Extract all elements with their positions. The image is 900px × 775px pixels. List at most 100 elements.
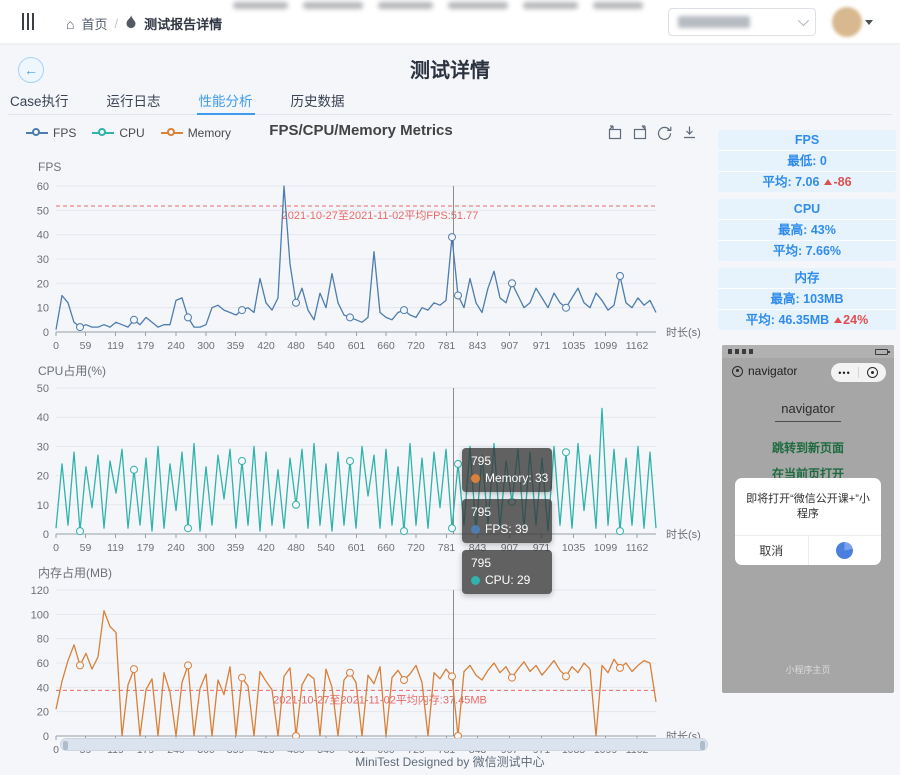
breadcrumb-separator: / bbox=[114, 16, 119, 31]
legend-label: CPU bbox=[119, 126, 145, 140]
svg-text:60: 60 bbox=[37, 181, 49, 193]
tab-run-log[interactable]: 运行日志 bbox=[105, 88, 163, 114]
memory-stats-card: 内存 最高: 103MB 平均: 46.35MB 24% bbox=[718, 268, 896, 330]
chart-legend: FPS CPU Memory bbox=[26, 126, 231, 140]
stat-card-title: 内存 bbox=[794, 271, 820, 285]
fire-icon bbox=[125, 15, 137, 32]
svg-text:1099: 1099 bbox=[594, 340, 618, 352]
redacted-blur bbox=[303, 2, 363, 9]
more-icon: ••• bbox=[838, 367, 851, 378]
svg-text:1099: 1099 bbox=[594, 542, 618, 554]
svg-text:1162: 1162 bbox=[626, 542, 649, 554]
svg-text:20: 20 bbox=[37, 707, 49, 719]
legend-label: Memory bbox=[187, 126, 232, 140]
download-icon[interactable] bbox=[681, 124, 698, 141]
refresh-icon[interactable] bbox=[656, 124, 673, 141]
svg-text:300: 300 bbox=[197, 340, 215, 352]
legend-item-cpu[interactable]: CPU bbox=[92, 126, 145, 140]
stat-row: 平均: 7.06 -86 bbox=[718, 171, 896, 192]
svg-text:30: 30 bbox=[37, 254, 49, 266]
svg-text:59: 59 bbox=[80, 542, 92, 554]
miniprogram-dialog: 即将打开“微信公开课+”小程序 取消 bbox=[735, 478, 881, 565]
cpu-stats-card: CPU 最高: 43% 平均: 7.66% bbox=[718, 199, 896, 261]
svg-text:420: 420 bbox=[257, 340, 275, 352]
miniprogram-title: navigator bbox=[732, 364, 797, 378]
link-navigate-new-page: 跳转到新页面 bbox=[771, 441, 844, 455]
svg-text:80: 80 bbox=[37, 634, 49, 646]
account-select[interactable] bbox=[668, 8, 816, 36]
miniprogram-home-label: 小程序主页 bbox=[785, 665, 831, 675]
fps-axis-label: FPS bbox=[38, 160, 62, 174]
up-triangle-icon bbox=[824, 179, 833, 185]
svg-text:420: 420 bbox=[257, 542, 275, 554]
miniprogram-header: navigator ••• bbox=[722, 358, 894, 386]
datazoom-reset-icon[interactable] bbox=[631, 124, 648, 141]
svg-text:480: 480 bbox=[287, 542, 305, 554]
svg-text:0: 0 bbox=[53, 542, 59, 554]
up-triangle-icon bbox=[834, 317, 843, 323]
capsule-button: ••• bbox=[831, 363, 886, 382]
datazoom-icon[interactable] bbox=[606, 124, 623, 141]
chevron-down-icon bbox=[797, 14, 810, 27]
svg-text:971: 971 bbox=[533, 542, 551, 554]
svg-text:0: 0 bbox=[43, 529, 49, 541]
svg-text:359: 359 bbox=[227, 340, 245, 352]
tab-history-data[interactable]: 历史数据 bbox=[289, 88, 347, 114]
svg-text:20: 20 bbox=[37, 471, 49, 483]
svg-text:971: 971 bbox=[533, 340, 551, 352]
fps-legend-marker bbox=[26, 128, 48, 136]
stat-card-title: FPS bbox=[794, 133, 820, 147]
breadcrumb-home[interactable]: 首页 bbox=[81, 14, 107, 33]
svg-text:781: 781 bbox=[438, 542, 456, 554]
tab-performance-analysis[interactable]: 性能分析 bbox=[196, 88, 255, 115]
dialog-message: 即将打开“微信公开课+”小程序 bbox=[746, 493, 870, 520]
svg-text:300: 300 bbox=[197, 542, 215, 554]
svg-text:时长(s): 时长(s) bbox=[666, 326, 701, 339]
memory-axis-label: 内存占用(MB) bbox=[38, 566, 112, 580]
svg-text:10: 10 bbox=[37, 500, 49, 512]
datazoom-right-handle[interactable] bbox=[700, 741, 705, 750]
redacted-blur bbox=[523, 2, 578, 9]
status-bar bbox=[722, 345, 894, 358]
title-underline bbox=[775, 421, 841, 422]
device-screenshot: navigator ••• navigator 跳转到新页面 在当前页打开 即将… bbox=[722, 345, 894, 693]
breadcrumb-current: 测试报告详情 bbox=[144, 17, 223, 32]
svg-text:240: 240 bbox=[167, 542, 185, 554]
redacted-blur bbox=[593, 2, 643, 9]
svg-text:0: 0 bbox=[43, 731, 49, 743]
svg-text:50: 50 bbox=[37, 383, 49, 395]
datazoom-slider[interactable] bbox=[60, 738, 708, 751]
cpu-chart[interactable]: 0 10 20 30 40 50 0 59 119 179 240 300 359 420 480 540 60… bbox=[8, 376, 708, 564]
svg-text:40: 40 bbox=[37, 412, 49, 424]
svg-text:1035: 1035 bbox=[562, 542, 586, 554]
svg-text:1162: 1162 bbox=[626, 340, 649, 352]
app-footer: MiniTest Designed by 微信测试中心 bbox=[355, 755, 545, 769]
svg-text:120: 120 bbox=[31, 585, 49, 597]
legend-item-fps[interactable]: FPS bbox=[26, 126, 76, 140]
tab-case-execution[interactable]: Case执行 bbox=[8, 88, 71, 114]
chart-toolbar bbox=[606, 124, 698, 141]
redacted-select-value bbox=[678, 16, 750, 28]
cpu-legend-marker bbox=[92, 128, 115, 136]
tab-bar: Case执行 运行日志 性能分析 历史数据 bbox=[8, 88, 892, 115]
svg-text:40: 40 bbox=[37, 682, 49, 694]
menu-icon[interactable] bbox=[22, 13, 34, 30]
fps-chart[interactable]: 0 10 20 30 40 50 60 0 59 119 179 240 300 359 420 480 540… bbox=[8, 174, 708, 362]
svg-text:720: 720 bbox=[407, 340, 425, 352]
svg-text:59: 59 bbox=[80, 340, 92, 352]
svg-text:50: 50 bbox=[37, 205, 49, 217]
svg-text:119: 119 bbox=[107, 542, 124, 554]
user-menu[interactable] bbox=[832, 7, 873, 37]
svg-text:480: 480 bbox=[287, 340, 305, 352]
top-bar: ⌂ 首页 / 测试报告详情 bbox=[0, 0, 900, 44]
svg-text:40: 40 bbox=[37, 230, 49, 242]
legend-item-memory[interactable]: Memory bbox=[160, 126, 232, 140]
svg-text:843: 843 bbox=[469, 340, 487, 352]
app-root: ⌂ 首页 / 测试报告详情 ← 测试详情 Case执行 运行日志 性能分析 历史… bbox=[0, 0, 900, 775]
fps-stats-card: FPS 最低: 0 平均: 7.06 -86 bbox=[718, 130, 896, 192]
redacted-blur bbox=[448, 2, 508, 9]
stat-row: 平均: 46.35MB 24% bbox=[718, 309, 896, 330]
redacted-blur bbox=[378, 2, 433, 9]
datazoom-left-handle[interactable] bbox=[63, 741, 68, 750]
cpu-axis-label: CPU占用(%) bbox=[38, 364, 106, 378]
